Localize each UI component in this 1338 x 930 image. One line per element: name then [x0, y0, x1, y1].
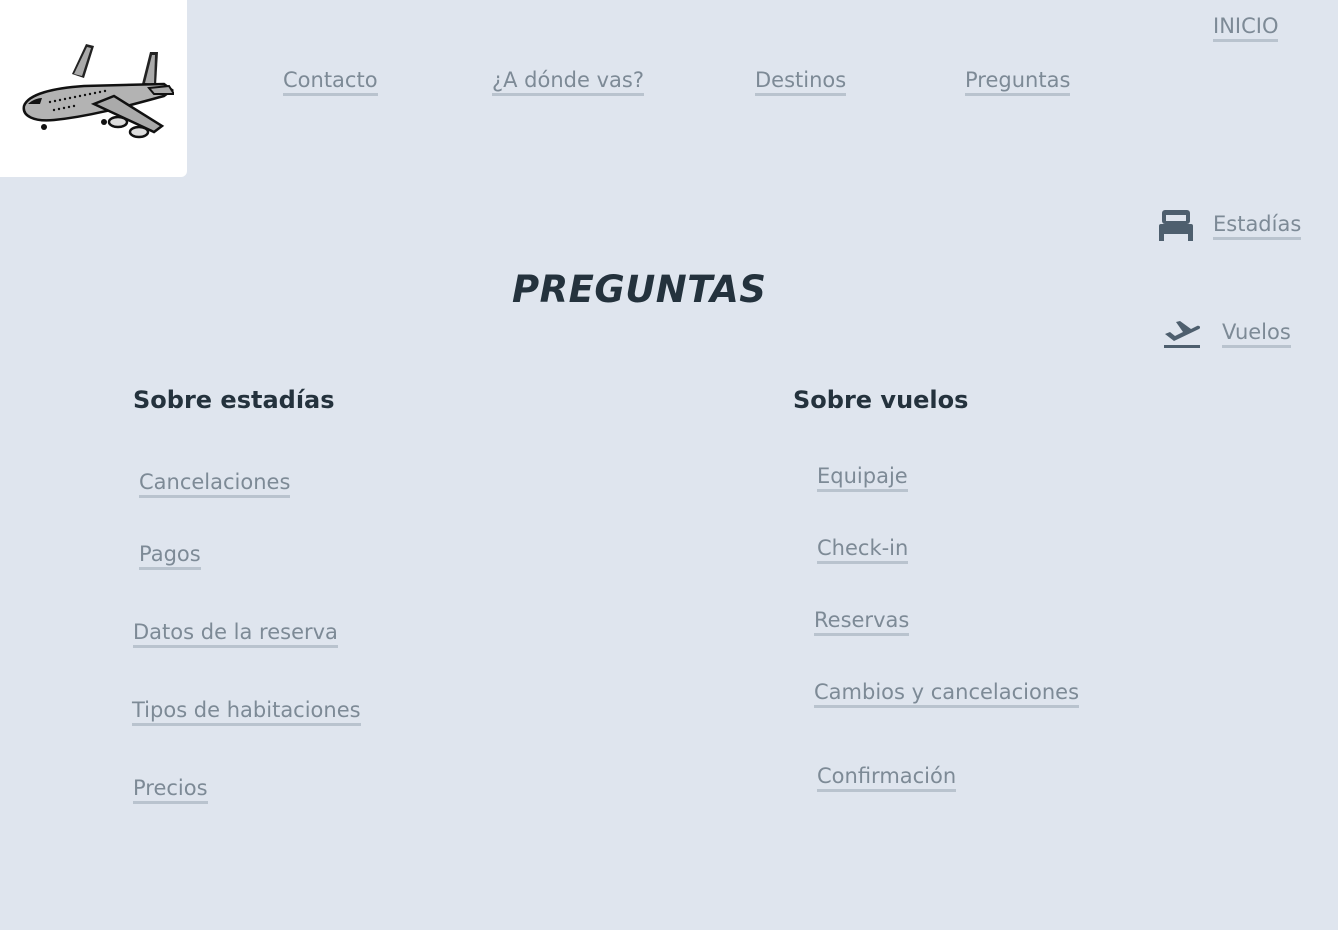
page-title: PREGUNTAS — [512, 268, 767, 311]
nav-destinos[interactable]: Destinos — [755, 68, 847, 97]
airplane-takeoff-icon[interactable] — [1162, 318, 1202, 350]
faq-link-tipos-habitaciones[interactable]: Tipos de habitaciones — [132, 698, 361, 727]
bed-icon[interactable] — [1158, 208, 1194, 242]
nav-inicio[interactable]: INICIO — [1213, 14, 1279, 43]
nav-preguntas[interactable]: Preguntas — [965, 68, 1071, 97]
faq-link-cambios-cancelaciones[interactable]: Cambios y cancelaciones — [814, 680, 1080, 709]
nav-contacto[interactable]: Contacto — [283, 68, 378, 97]
faq-link-check-in[interactable]: Check-in — [817, 536, 909, 565]
faq-link-precios[interactable]: Precios — [133, 776, 208, 805]
section-heading-estadias: Sobre estadías — [133, 386, 335, 414]
faq-link-pagos[interactable]: Pagos — [139, 542, 201, 571]
faq-link-confirmacion[interactable]: Confirmación — [817, 764, 957, 793]
side-nav-vuelos[interactable]: Vuelos — [1222, 320, 1291, 349]
faq-link-reservas[interactable]: Reservas — [814, 608, 910, 637]
section-heading-vuelos: Sobre vuelos — [793, 386, 969, 414]
faq-link-cancelaciones[interactable]: Cancelaciones — [139, 470, 291, 499]
side-nav-estadias[interactable]: Estadías — [1213, 212, 1302, 241]
logo[interactable] — [0, 0, 187, 177]
airplane-logo-icon — [22, 43, 174, 138]
faq-link-datos-reserva[interactable]: Datos de la reserva — [133, 620, 338, 649]
faq-link-equipaje[interactable]: Equipaje — [817, 464, 908, 493]
nav-adonde[interactable]: ¿A dónde vas? — [492, 68, 644, 97]
